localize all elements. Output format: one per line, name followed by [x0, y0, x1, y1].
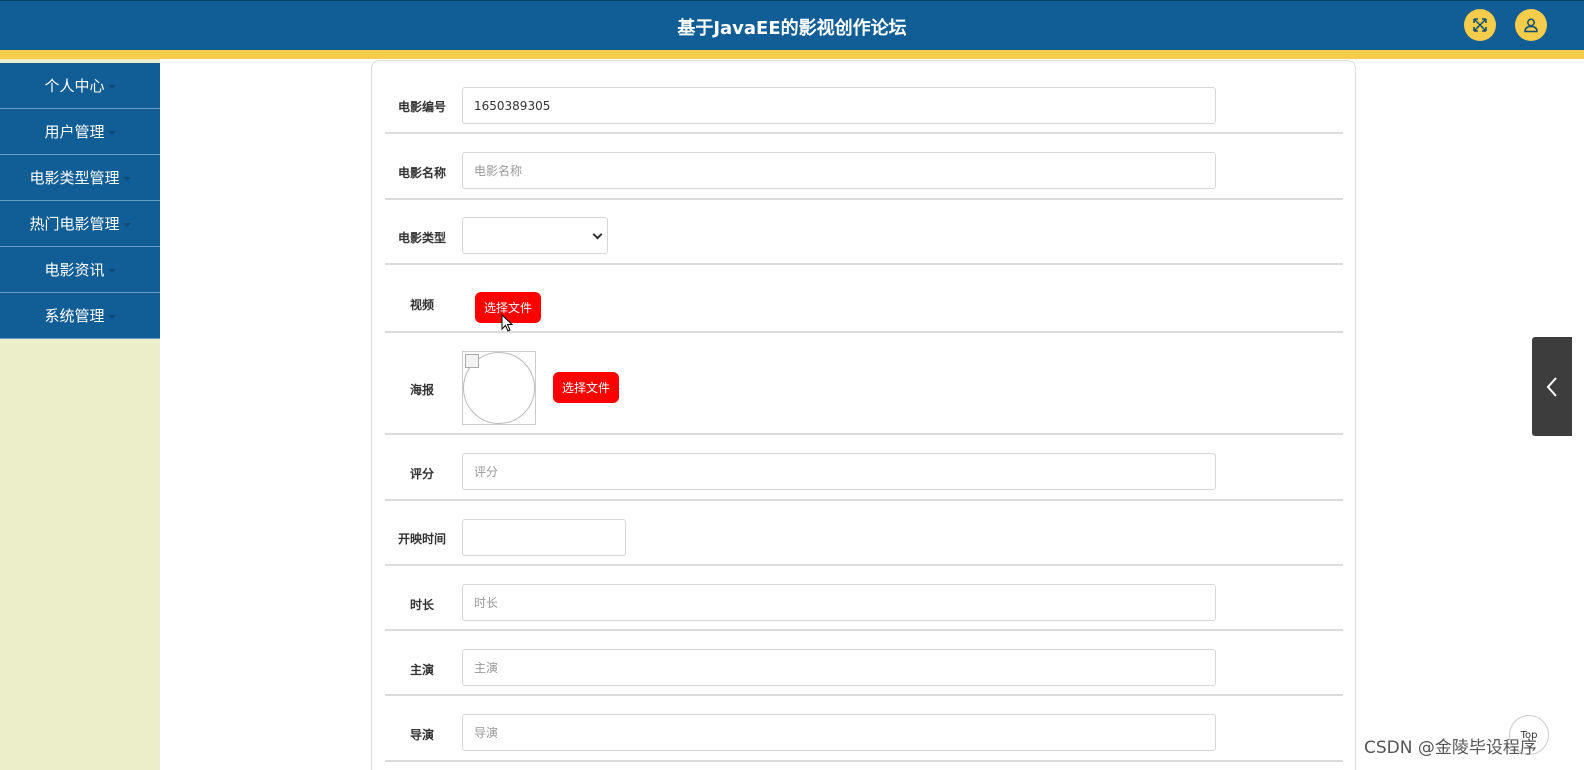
form-row-lead-actor: 主演 主演	[385, 631, 1343, 696]
video-label: 视频	[409, 298, 434, 312]
movie-id-label: 电影编号	[397, 100, 446, 114]
top-header: 基于JavaEE的影视创作论坛	[0, 0, 1584, 50]
sidebar-item-movie-news[interactable]: 电影资讯	[0, 247, 160, 293]
sidebar-item-system-management[interactable]: 系统管理	[0, 293, 160, 339]
form-row-movie-id: 电影编号 1650389305	[385, 84, 1343, 134]
broken-image-icon	[465, 354, 479, 368]
sidebar-item-user-management[interactable]: 用户管理	[0, 109, 160, 155]
form-row-video: 视频 选择文件	[385, 265, 1343, 333]
header-accent-stripe	[0, 50, 1584, 59]
user-icon	[1524, 18, 1538, 33]
director-input[interactable]: 导演	[462, 714, 1216, 751]
fullscreen-button[interactable]	[1464, 9, 1496, 41]
user-button[interactable]	[1515, 9, 1547, 41]
rating-label: 评分	[409, 467, 434, 481]
lead-actor-label: 主演	[409, 663, 434, 677]
mouse-pointer-icon	[501, 314, 513, 332]
caret-down-icon	[107, 84, 116, 89]
caret-down-icon	[122, 222, 131, 227]
sidebar-item-hot-movie-management[interactable]: 热门电影管理	[0, 201, 160, 247]
movie-id-input[interactable]: 1650389305	[462, 87, 1216, 124]
sidebar-item-personal-center[interactable]: 个人中心	[0, 63, 160, 109]
expand-icon	[1473, 18, 1487, 32]
movie-name-input[interactable]: 电影名称	[462, 152, 1216, 189]
sidebar-item-label: 电影资讯	[44, 261, 105, 279]
caret-down-icon	[107, 130, 116, 135]
rating-input[interactable]: 评分	[462, 453, 1216, 490]
poster-preview-image	[462, 351, 536, 425]
sidebar-item-label: 系统管理	[44, 307, 105, 325]
sidebar-item-label: 用户管理	[44, 123, 105, 141]
release-time-label: 开映时间	[397, 532, 446, 546]
form-row-poster: 海报 选择文件	[385, 333, 1343, 435]
movie-name-label: 电影名称	[397, 166, 446, 180]
chevron-left-icon	[1546, 376, 1557, 397]
sidebar-item-label: 个人中心	[44, 77, 105, 95]
poster-label: 海报	[409, 383, 434, 397]
watermark: CSDN @金陵毕设程序	[1364, 738, 1537, 758]
movie-type-select[interactable]	[462, 217, 608, 254]
release-time-input[interactable]	[462, 519, 626, 556]
app-title: 基于JavaEE的影视创作论坛	[677, 18, 907, 39]
caret-down-icon	[122, 176, 131, 181]
caret-down-icon	[107, 268, 116, 273]
caret-down-icon	[107, 314, 116, 319]
movie-type-label: 电影类型	[397, 231, 446, 245]
sidebar: 个人中心 用户管理 电影类型管理 热门电影管理 电影资讯 系统管理	[0, 59, 160, 770]
duration-input[interactable]: 时长	[462, 584, 1216, 621]
sidebar-item-label: 电影类型管理	[29, 169, 120, 187]
chevron-down-icon	[592, 229, 603, 240]
side-panel-toggle[interactable]	[1532, 337, 1572, 436]
sidebar-item-movie-type-management[interactable]: 电影类型管理	[0, 155, 160, 201]
form-row-rating: 评分 评分	[385, 435, 1343, 501]
form-row-duration: 时长 时长	[385, 566, 1343, 631]
lead-actor-input[interactable]: 主演	[462, 649, 1216, 686]
poster-choose-file-button[interactable]: 选择文件	[553, 372, 620, 403]
form-row-movie-type: 电影类型	[385, 200, 1343, 265]
form-row-movie-name: 电影名称 电影名称	[385, 134, 1343, 200]
sidebar-item-label: 热门电影管理	[29, 215, 120, 233]
form-row-release-time: 开映时间	[385, 501, 1343, 566]
form-row-director: 导演 导演	[385, 696, 1343, 762]
director-label: 导演	[409, 728, 434, 742]
duration-label: 时长	[409, 598, 434, 612]
